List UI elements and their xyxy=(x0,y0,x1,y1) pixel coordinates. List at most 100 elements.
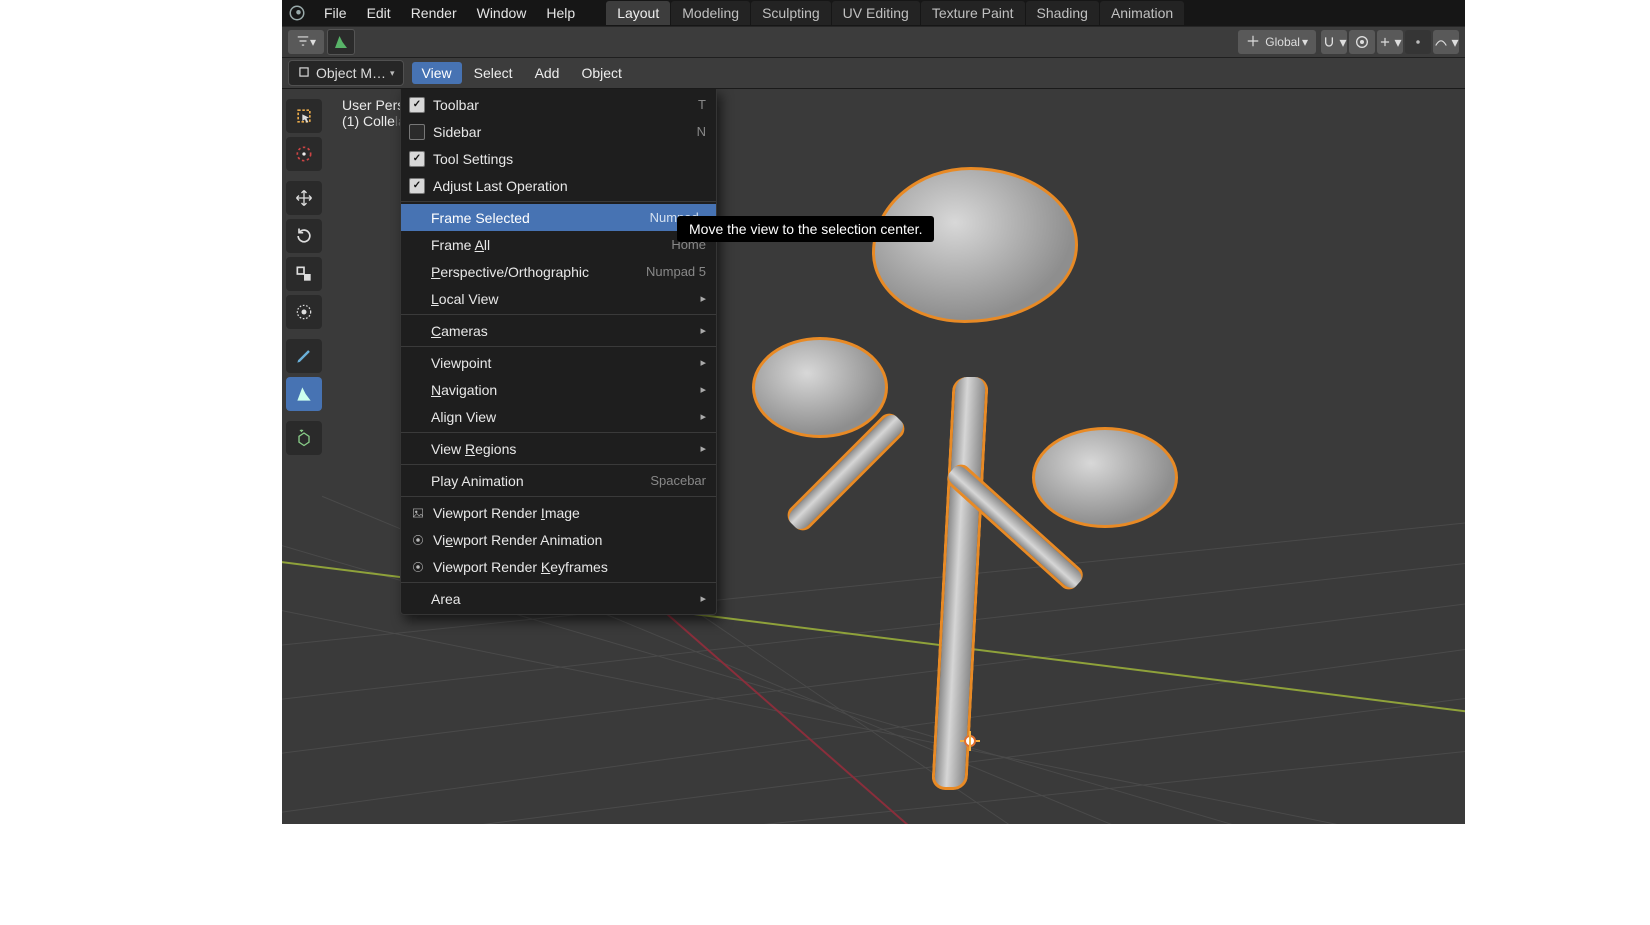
orientation-label: Global xyxy=(1265,35,1300,49)
tool-scale[interactable] xyxy=(286,257,322,291)
object-mode-icon xyxy=(297,65,311,82)
chevron-right-icon: ▸ xyxy=(700,292,706,305)
snap-element-dropdown[interactable]: ▾ xyxy=(1377,30,1403,54)
tool-select-box[interactable] xyxy=(286,99,322,133)
menu-item-shortcut: T xyxy=(698,97,706,112)
menu-item-label: Viewport Render Animation xyxy=(433,532,706,548)
view-menu-item[interactable]: Cameras ▸ xyxy=(401,317,716,344)
header-menu-object[interactable]: Object xyxy=(571,62,631,84)
menu-help[interactable]: Help xyxy=(536,2,585,24)
pivot-dropdown[interactable] xyxy=(1405,30,1431,54)
workspace-tab-uv-editing[interactable]: UV Editing xyxy=(832,1,920,25)
shading-mode-dropdown[interactable]: ▾ xyxy=(288,30,324,54)
chevron-right-icon: ▸ xyxy=(700,383,706,396)
header-menu-select[interactable]: Select xyxy=(464,62,523,84)
3d-cursor-icon xyxy=(958,729,982,753)
menu-render[interactable]: Render xyxy=(401,2,467,24)
menu-item-label: Navigation xyxy=(431,382,694,398)
menu-file[interactable]: File xyxy=(314,2,357,24)
view-menu-item[interactable]: Frame SelectedNumpad . xyxy=(401,204,716,231)
view-menu-item[interactable]: Align View ▸ xyxy=(401,403,716,430)
menu-separator xyxy=(401,496,716,497)
tool-measure[interactable] xyxy=(286,377,322,411)
workspace-tab-layout[interactable]: Layout xyxy=(606,1,670,25)
view-menu-item[interactable]: Adjust Last Operation xyxy=(401,172,716,199)
menu-item-label: Frame All xyxy=(431,237,671,253)
orientation-icon xyxy=(1246,34,1260,51)
tool-transform[interactable] xyxy=(286,295,322,329)
mode-selector[interactable]: Object M… ▾ xyxy=(288,60,404,86)
view-menu-item[interactable]: Area▸ xyxy=(401,585,716,612)
3d-viewport[interactable]: User Perspective (1) Collelant_019C_TRIS… xyxy=(282,89,1465,824)
view-menu-item[interactable]: Perspective/OrthographicNumpad 5 xyxy=(401,258,716,285)
header-menu-add[interactable]: Add xyxy=(525,62,570,84)
menu-item-label: Viewport Render Keyframes xyxy=(433,559,706,575)
image-icon xyxy=(409,506,427,520)
workspace-tab-modeling[interactable]: Modeling xyxy=(671,1,750,25)
checkbox-icon xyxy=(409,178,425,194)
menu-item-shortcut: Numpad 5 xyxy=(646,264,706,279)
menu-separator xyxy=(401,582,716,583)
menu-item-label: Viewpoint xyxy=(431,355,694,371)
snap-toggle[interactable]: ▾ xyxy=(1321,30,1347,54)
view-menu-item[interactable]: Play AnimationSpacebar xyxy=(401,467,716,494)
checkbox-icon xyxy=(409,97,425,113)
proportional-edit-toggle[interactable] xyxy=(1349,30,1375,54)
menu-item-shortcut: Spacebar xyxy=(650,473,706,488)
workspace-tab-animation[interactable]: Animation xyxy=(1100,1,1184,25)
tool-shelf xyxy=(286,99,322,455)
tool-cursor[interactable] xyxy=(286,137,322,171)
menu-separator xyxy=(401,314,716,315)
view-menu-item[interactable]: Local View ▸ xyxy=(401,285,716,312)
tool-add-primitive[interactable] xyxy=(286,421,322,455)
view-menu-dropdown: ToolbarTSidebarN Tool Settings Adjust Last… xyxy=(400,89,717,615)
3d-object-selected[interactable] xyxy=(742,167,1182,787)
view-menu-item[interactable]: Viewport Render Image xyxy=(401,499,716,526)
menu-item-label: Local View xyxy=(431,291,694,307)
chevron-right-icon: ▸ xyxy=(700,592,706,605)
menu-item-label: Play Animation xyxy=(431,473,650,489)
view-menu-item[interactable]: Navigation ▸ xyxy=(401,376,716,403)
menu-window[interactable]: Window xyxy=(467,2,537,24)
workspace-tab-sculpting[interactable]: Sculpting xyxy=(751,1,831,25)
view-menu-item[interactable]: Tool Settings xyxy=(401,145,716,172)
menu-separator xyxy=(401,464,716,465)
menu-item-label: View Regions xyxy=(431,441,694,457)
checkbox-icon xyxy=(409,124,425,140)
view-menu-item[interactable]: Viewport Render Keyframes xyxy=(401,553,716,580)
view-menu-item[interactable]: SidebarN xyxy=(401,118,716,145)
view-menu-item[interactable]: Viewpoint▸ xyxy=(401,349,716,376)
menu-item-label: Viewport Render Image xyxy=(433,505,706,521)
menu-edit[interactable]: Edit xyxy=(357,2,401,24)
view-menu-item[interactable]: Frame AllHome xyxy=(401,231,716,258)
mode-label: Object M… xyxy=(316,65,386,81)
menu-separator xyxy=(401,432,716,433)
tooltip: Move the view to the selection center. xyxy=(677,216,934,242)
active-tool-icon[interactable] xyxy=(327,29,355,55)
view-menu-item[interactable]: View Regions ▸ xyxy=(401,435,716,462)
workspace-tab-shading[interactable]: Shading xyxy=(1026,1,1099,25)
menu-item-label: Tool Settings xyxy=(433,151,706,167)
workspace-tab-texture-paint[interactable]: Texture Paint xyxy=(921,1,1025,25)
menu-item-label: Perspective/Orthographic xyxy=(431,264,646,280)
checkbox-icon xyxy=(409,151,425,167)
menu-item-label: Cameras xyxy=(431,323,694,339)
falloff-dropdown[interactable]: ▾ xyxy=(1433,30,1459,54)
chevron-right-icon: ▸ xyxy=(700,442,706,455)
transform-orientation-dropdown[interactable]: Global ▾ xyxy=(1238,30,1316,54)
tool-annotate[interactable] xyxy=(286,339,322,373)
view-menu-item[interactable]: Viewport Render Animation xyxy=(401,526,716,553)
header-menu-view[interactable]: View xyxy=(412,62,462,84)
chevron-right-icon: ▸ xyxy=(700,324,706,337)
blender-logo-icon xyxy=(288,4,306,22)
menu-item-label: Align View xyxy=(431,409,694,425)
view-collection-label: (1) Colle xyxy=(342,113,395,129)
view-menu-item[interactable]: ToolbarT xyxy=(401,91,716,118)
menu-item-label: Adjust Last Operation xyxy=(433,178,706,194)
tool-move[interactable] xyxy=(286,181,322,215)
render-icon xyxy=(409,533,427,547)
chevron-right-icon: ▸ xyxy=(700,410,706,423)
tool-rotate[interactable] xyxy=(286,219,322,253)
render-icon xyxy=(409,560,427,574)
filter-icon xyxy=(296,34,310,51)
